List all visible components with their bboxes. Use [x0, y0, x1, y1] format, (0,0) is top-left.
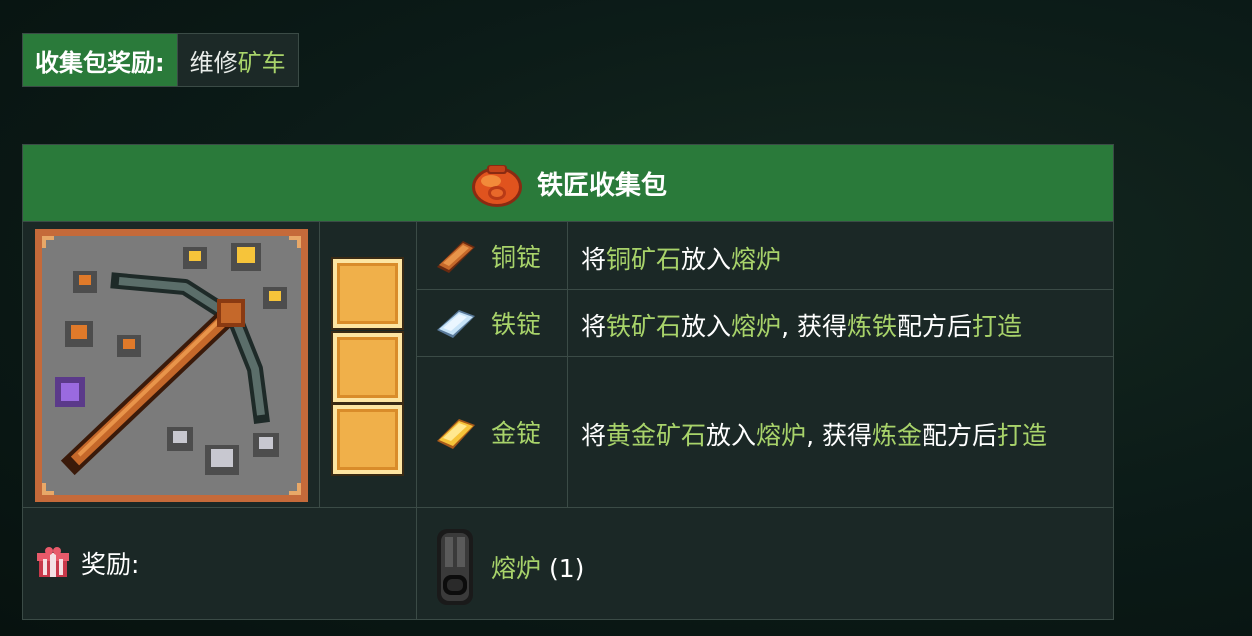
bundle-panel: 铁匠收集包 铜锭 将铜矿石放入熔炉 铁锭 将铁矿石放入熔炉, 获得炼铁配方后打造…	[22, 144, 1114, 620]
bundle-item-name: 铜锭	[491, 243, 542, 272]
desc-text: 放入	[681, 245, 732, 274]
reward-item-qty: (1)	[548, 554, 585, 583]
collection-slot-3[interactable]	[333, 405, 402, 474]
desc-highlight: 炼铁	[846, 312, 897, 341]
desc-highlight: 熔炉	[731, 312, 782, 341]
bundle-item-desc-iron: 将铁矿石放入熔炉, 获得炼铁配方后打造	[581, 307, 1022, 343]
furnace-icon	[437, 529, 473, 605]
orange-sack-icon	[471, 165, 522, 207]
desc-text: 配方后	[921, 421, 997, 450]
desc-text: 放入	[706, 421, 757, 450]
iron-bar-icon	[437, 310, 475, 338]
divider	[416, 222, 417, 620]
divider	[23, 507, 1113, 508]
desc-highlight: 炼金	[871, 421, 922, 450]
desc-text: 配方后	[896, 312, 972, 341]
bundle-reward-value: 维修 矿车	[177, 34, 298, 86]
bundle-reward-value-highlight: 矿车	[237, 48, 286, 77]
gift-box-icon	[37, 547, 69, 577]
bundle-item-copper-bar[interactable]: 铜锭	[433, 233, 541, 279]
desc-text: 放入	[681, 312, 732, 341]
bundle-item-name: 金锭	[491, 419, 542, 448]
desc-text: , 获得	[781, 312, 847, 341]
pickaxe-with-ores-art	[35, 229, 308, 502]
divider	[567, 222, 568, 507]
desc-highlight: 铁矿石	[606, 312, 682, 341]
desc-highlight: 打造	[972, 312, 1023, 341]
copper-bar-icon	[437, 241, 475, 273]
divider	[416, 289, 1113, 290]
divider	[319, 222, 320, 507]
reward-label-group: 奖励:	[35, 545, 139, 581]
desc-text: 将	[581, 421, 607, 450]
desc-highlight: 打造	[997, 421, 1048, 450]
desc-highlight: 熔炉	[731, 245, 782, 274]
reward-item-name: 熔炉	[491, 554, 542, 583]
bundle-item-desc-gold: 将黄金矿石放入熔炉, 获得炼金配方后打造	[581, 416, 1047, 452]
bundle-item-iron-bar[interactable]: 铁锭	[433, 300, 541, 346]
gold-bar-icon	[437, 419, 475, 449]
bundle-item-gold-bar[interactable]: 金锭	[433, 409, 541, 455]
desc-text: 将	[581, 312, 607, 341]
bundle-reward-label: 收集包奖励:	[23, 34, 178, 86]
bundle-title: 铁匠收集包	[536, 170, 667, 201]
bundle-reward-value-prefix: 维修	[189, 48, 238, 77]
reward-item-label: 熔炉 (1)	[491, 549, 584, 585]
desc-highlight: 熔炉	[756, 421, 807, 450]
bundle-item-name: 铁锭	[491, 310, 542, 339]
desc-text: 将	[581, 245, 607, 274]
desc-text: , 获得	[806, 421, 872, 450]
reward-label: 奖励:	[81, 550, 140, 579]
desc-highlight: 黄金矿石	[606, 421, 707, 450]
bundle-header: 铁匠收集包	[23, 145, 1113, 222]
bundle-item-desc-copper: 将铜矿石放入熔炉	[581, 240, 781, 276]
collection-slot-2[interactable]	[333, 333, 402, 402]
bundle-reward-bar: 收集包奖励: 维修 矿车	[22, 33, 299, 87]
collection-slot-1[interactable]	[333, 259, 402, 328]
divider	[416, 356, 1113, 357]
desc-highlight: 铜矿石	[606, 245, 682, 274]
reward-item-furnace[interactable]: 熔炉 (1)	[433, 525, 584, 609]
